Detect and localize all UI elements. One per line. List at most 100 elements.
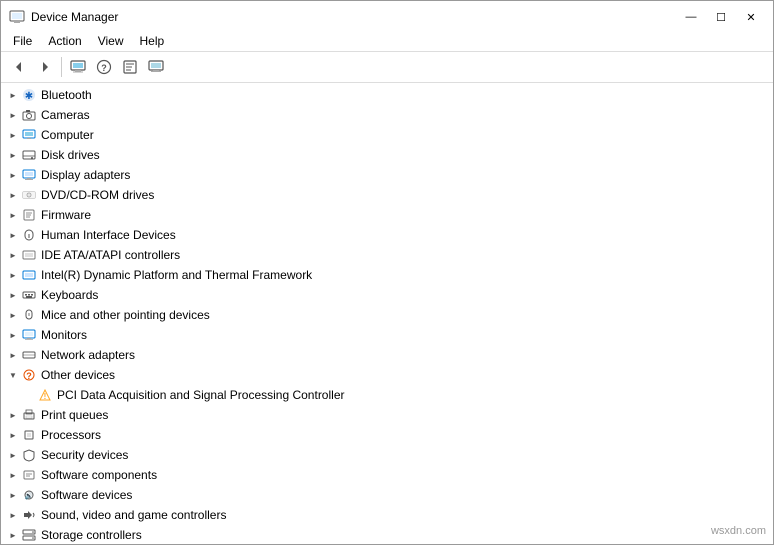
expander-ide[interactable]: ►	[5, 247, 21, 263]
menu-action[interactable]: Action	[40, 31, 89, 51]
tree-item-firmware[interactable]: ►Firmware	[1, 205, 773, 225]
expander-disk-drives[interactable]: ►	[5, 147, 21, 163]
tree-item-display-adapters[interactable]: ►Display adapters	[1, 165, 773, 185]
tree-item-pci[interactable]: ! PCI Data Acquisition and Signal Process…	[1, 385, 773, 405]
svg-text:✱: ✱	[25, 91, 33, 102]
icon-hid	[21, 227, 37, 243]
icon-software-comp	[21, 467, 37, 483]
expander-processors[interactable]: ►	[5, 427, 21, 443]
tree-item-hid[interactable]: ►Human Interface Devices	[1, 225, 773, 245]
title-bar-left: Device Manager	[9, 9, 118, 25]
window-title: Device Manager	[31, 10, 118, 24]
maximize-button[interactable]: ☐	[707, 7, 735, 27]
label-computer: Computer	[41, 128, 94, 142]
title-bar: Device Manager — ☐ ✕	[1, 1, 773, 31]
back-button[interactable]	[7, 55, 31, 79]
tree-item-other[interactable]: ▼?Other devices	[1, 365, 773, 385]
tree-item-network[interactable]: ► Network adapters	[1, 345, 773, 365]
label-network: Network adapters	[41, 348, 135, 362]
device-tree[interactable]: ►✱Bluetooth►Cameras►Computer►Disk drives…	[1, 83, 773, 544]
close-button[interactable]: ✕	[737, 7, 765, 27]
expander-security[interactable]: ►	[5, 447, 21, 463]
tree-item-cameras[interactable]: ►Cameras	[1, 105, 773, 125]
minimize-button[interactable]: —	[677, 7, 705, 27]
app-icon	[9, 9, 25, 25]
tree-item-sound[interactable]: ► Sound, video and game controllers	[1, 505, 773, 525]
menu-file[interactable]: File	[5, 31, 40, 51]
expander-dvd[interactable]: ►	[5, 187, 21, 203]
expander-keyboards[interactable]: ►	[5, 287, 21, 303]
icon-display-adapters	[21, 167, 37, 183]
window-controls: — ☐ ✕	[677, 7, 765, 27]
expander-storage[interactable]: ►	[5, 527, 21, 543]
tree-item-ide[interactable]: ► IDE ATA/ATAPI controllers	[1, 245, 773, 265]
expander-display-adapters[interactable]: ►	[5, 167, 21, 183]
expander-firmware[interactable]: ►	[5, 207, 21, 223]
expander-pci	[21, 387, 37, 403]
menu-help[interactable]: Help	[132, 31, 173, 51]
expander-software-dev[interactable]: ►	[5, 487, 21, 503]
monitor-button[interactable]	[144, 55, 168, 79]
computer-toolbar-icon	[70, 59, 86, 75]
tree-item-software-dev[interactable]: ► 🔊 Software devices	[1, 485, 773, 505]
tree-item-bluetooth[interactable]: ►✱Bluetooth	[1, 85, 773, 105]
monitor-icon	[148, 59, 164, 75]
tree-item-storage[interactable]: ►Storage controllers	[1, 525, 773, 544]
icon-bluetooth: ✱	[21, 87, 37, 103]
label-mice: Mice and other pointing devices	[41, 308, 210, 322]
expander-bluetooth[interactable]: ►	[5, 87, 21, 103]
forward-icon	[38, 60, 52, 74]
icon-disk-drives	[21, 147, 37, 163]
label-dvd: DVD/CD-ROM drives	[41, 188, 154, 202]
icon-storage	[21, 527, 37, 543]
back-icon	[12, 60, 26, 74]
tree-item-computer[interactable]: ► Computer	[1, 125, 773, 145]
tree-item-processors[interactable]: ►Processors	[1, 425, 773, 445]
main-window: Device Manager — ☐ ✕ File Action View He…	[0, 0, 774, 545]
menu-view[interactable]: View	[90, 31, 132, 51]
svg-text:🔊: 🔊	[25, 491, 34, 500]
label-keyboards: Keyboards	[41, 288, 98, 302]
help-button[interactable]: ?	[92, 55, 116, 79]
icon-intel	[21, 267, 37, 283]
icon-firmware	[21, 207, 37, 223]
expander-intel[interactable]: ►	[5, 267, 21, 283]
expander-sound[interactable]: ►	[5, 507, 21, 523]
expander-mice[interactable]: ►	[5, 307, 21, 323]
toolbar-separator-1	[61, 57, 62, 77]
tree-item-monitors[interactable]: ► Monitors	[1, 325, 773, 345]
icon-pci: !	[37, 387, 53, 403]
expander-other[interactable]: ▼	[5, 367, 21, 383]
expander-monitors[interactable]: ►	[5, 327, 21, 343]
tree-item-software-comp[interactable]: ►Software components	[1, 465, 773, 485]
label-other: Other devices	[41, 368, 115, 382]
icon-mice	[21, 307, 37, 323]
forward-button[interactable]	[33, 55, 57, 79]
icon-keyboards	[21, 287, 37, 303]
label-ide: IDE ATA/ATAPI controllers	[41, 248, 180, 262]
icon-monitors	[21, 327, 37, 343]
icon-ide	[21, 247, 37, 263]
properties-button[interactable]	[118, 55, 142, 79]
tree-item-intel[interactable]: ►Intel(R) Dynamic Platform and Thermal F…	[1, 265, 773, 285]
tree-item-dvd[interactable]: ► DVD/CD-ROM drives	[1, 185, 773, 205]
menu-bar: File Action View Help	[1, 31, 773, 52]
tree-item-disk-drives[interactable]: ►Disk drives	[1, 145, 773, 165]
label-software-dev: Software devices	[41, 488, 132, 502]
computer-icon-button[interactable]	[66, 55, 90, 79]
tree-item-keyboards[interactable]: ► Keyboards	[1, 285, 773, 305]
expander-hid[interactable]: ►	[5, 227, 21, 243]
expander-cameras[interactable]: ►	[5, 107, 21, 123]
icon-software-dev: 🔊	[21, 487, 37, 503]
label-monitors: Monitors	[41, 328, 87, 342]
expander-print[interactable]: ►	[5, 407, 21, 423]
tree-item-security[interactable]: ►Security devices	[1, 445, 773, 465]
help-icon: ?	[96, 59, 112, 75]
tree-item-mice[interactable]: ► Mice and other pointing devices	[1, 305, 773, 325]
tree-item-print[interactable]: ►Print queues	[1, 405, 773, 425]
expander-computer[interactable]: ►	[5, 127, 21, 143]
expander-network[interactable]: ►	[5, 347, 21, 363]
expander-software-comp[interactable]: ►	[5, 467, 21, 483]
label-pci: PCI Data Acquisition and Signal Processi…	[57, 388, 344, 402]
label-sound: Sound, video and game controllers	[41, 508, 226, 522]
